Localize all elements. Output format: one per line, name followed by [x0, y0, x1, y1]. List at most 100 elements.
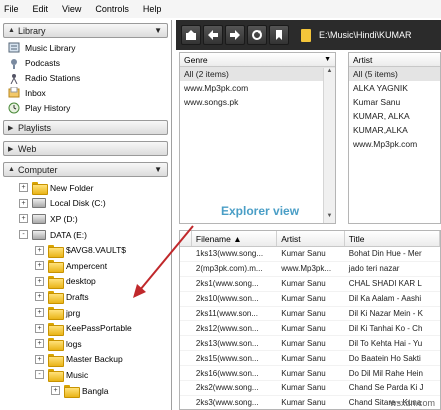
collapse-triangle-icon[interactable]: ▲	[8, 166, 18, 173]
column-header-filename[interactable]: Filename ▲	[192, 231, 278, 246]
menu-file[interactable]: File	[4, 4, 19, 14]
collapse-icon[interactable]: -	[35, 370, 44, 380]
menu-edit[interactable]: Edit	[33, 4, 49, 14]
tree-item[interactable]: + logs	[3, 336, 168, 352]
artist-row[interactable]: KUMAR,ALKA	[349, 123, 440, 137]
artist-row[interactable]: Kumar Sanu	[349, 95, 440, 109]
back-arrow-icon	[208, 30, 218, 40]
artist-row[interactable]: KUMAR, ALKA	[349, 109, 440, 123]
expand-icon[interactable]: +	[35, 323, 44, 333]
title-cell: Dil Ki Nazar Mein - K	[348, 309, 423, 318]
scroll-down-icon[interactable]: ▼	[324, 213, 335, 223]
forward-button[interactable]	[225, 25, 245, 45]
folder-icon	[48, 260, 64, 274]
tree-item[interactable]: + Local Disk (C:)	[3, 196, 168, 212]
table-row[interactable]: 2ks11(www.son... Kumar Sanu Dil Ki Nazar M…	[180, 307, 440, 322]
refresh-button[interactable]	[247, 25, 267, 45]
scroll-up-icon[interactable]: ▲	[324, 68, 335, 78]
bookmark-button[interactable]	[269, 25, 289, 45]
expand-icon[interactable]: +	[19, 183, 28, 193]
row-spacer	[180, 247, 192, 261]
expand-triangle-icon[interactable]: ▶	[8, 145, 18, 153]
expand-icon[interactable]: +	[35, 245, 44, 255]
table-row[interactable]: 2ks15(www.son... Kumar Sanu Do Baatein Ho …	[180, 351, 440, 367]
genre-header[interactable]: Genre ▼	[180, 53, 335, 67]
folder-up-button[interactable]	[181, 25, 201, 45]
artist-row[interactable]: All (5 items)	[349, 67, 440, 81]
genre-row[interactable]: www.songs.pk	[180, 95, 335, 109]
dropdown-arrow-icon[interactable]: ▼	[324, 56, 331, 63]
expand-icon[interactable]: +	[51, 386, 60, 396]
folder-icon	[64, 385, 80, 399]
tree-item[interactable]: + desktop	[3, 274, 168, 290]
table-row[interactable]: 2ks13(www.son... Kumar Sanu Dil To Kehta H…	[180, 336, 440, 352]
tree-item[interactable]: + Ampercent	[3, 258, 168, 274]
tree-item-label: XP (D:)	[50, 213, 78, 224]
filename-cell: 2ks16(www.son...	[195, 368, 259, 378]
menu-view[interactable]: View	[62, 4, 81, 14]
table-row[interactable]: 2ks1(www.song... Kumar Sanu CHAL SHADI KAR…	[180, 277, 440, 292]
expand-icon[interactable]: +	[19, 198, 28, 208]
column-header-title[interactable]: Title	[345, 231, 440, 246]
genre-row[interactable]: www.Mp3pk.com	[180, 81, 335, 95]
tree-item[interactable]: + $AVG8.VAULT$	[3, 242, 168, 258]
expand-icon[interactable]: +	[35, 354, 44, 364]
column-header-artist[interactable]: Artist	[277, 231, 345, 246]
pin-icon[interactable]: ▼	[154, 165, 162, 174]
web-section: ▶ Web	[3, 141, 168, 156]
menu-help[interactable]: Help	[143, 4, 162, 14]
tree-item[interactable]: + New Folder	[3, 180, 168, 196]
artist-cell: Kumar Sanu	[281, 294, 326, 304]
artist-row[interactable]: ALKA YAGNIK	[349, 81, 440, 95]
expand-icon[interactable]: +	[35, 308, 44, 318]
artist-header[interactable]: Artist	[349, 53, 440, 67]
tree-item[interactable]: + jprg	[3, 305, 168, 321]
library-header[interactable]: ▲ Library ▼	[3, 23, 168, 38]
expand-icon[interactable]: +	[35, 261, 44, 271]
track-list: Filename ▲ Artist Title 1ks13(www.song..…	[179, 230, 441, 410]
table-row[interactable]: 1ks13(www.song... Kumar Sanu Bohat Din Hue…	[180, 247, 440, 262]
computer-header[interactable]: ▲ Computer ▼	[3, 162, 168, 177]
library-item-music-library[interactable]: Music Library	[7, 40, 168, 55]
folder-icon	[301, 28, 311, 42]
tree-item[interactable]: + Bangla	[3, 383, 168, 399]
expand-icon[interactable]: +	[35, 276, 44, 286]
artist-header-label: Artist	[353, 54, 373, 65]
tree-item[interactable]: - DATA (E:)	[3, 227, 168, 243]
library-item-label: Radio Stations	[25, 72, 81, 83]
tree-item-label: Bangla	[82, 385, 109, 396]
bookmark-icon	[276, 30, 282, 40]
menu-controls[interactable]: Controls	[95, 4, 129, 14]
artist-cell: Kumar Sanu	[281, 398, 326, 408]
table-row[interactable]: 2(mp3pk.com).m... www.Mp3pk... jado teri n…	[180, 262, 440, 277]
genre-header-label: Genre	[184, 54, 208, 65]
library-item-podcasts[interactable]: Podcasts	[7, 55, 168, 70]
tree-item[interactable]: + Drafts	[3, 289, 168, 305]
tree-item[interactable]: - Music	[3, 367, 168, 383]
pin-icon[interactable]: ▼	[154, 26, 162, 35]
tree-item[interactable]: + KeePassPortable	[3, 320, 168, 336]
genre-scrollbar[interactable]: ▲ ▼	[323, 68, 335, 223]
back-button[interactable]	[203, 25, 223, 45]
playlists-header[interactable]: ▶ Playlists	[3, 120, 168, 135]
library-item-play-history[interactable]: Play History	[7, 100, 168, 115]
table-row[interactable]: 2ks16(www.son... Kumar Sanu Do Dil Mil Rah…	[180, 366, 440, 382]
table-row[interactable]: 2ks10(www.son... Kumar Sanu Dil Ka Aalam -…	[180, 292, 440, 307]
library-item-radio-stations[interactable]: Radio Stations	[7, 70, 168, 85]
path-bar[interactable]: E:\Music\Hindi\KUMAR	[301, 28, 412, 42]
library-item-inbox[interactable]: Inbox	[7, 85, 168, 100]
table-row[interactable]: 2ks2(www.song... Kumar Sanu Chand Se Parda…	[180, 381, 440, 396]
genre-row[interactable]: All (2 items)	[180, 67, 335, 81]
expand-triangle-icon[interactable]: ▶	[8, 124, 18, 132]
expand-icon[interactable]: +	[19, 214, 28, 224]
table-row[interactable]: 2ks12(www.son... Kumar Sanu Dil Ki Tanhai …	[180, 321, 440, 337]
expand-icon[interactable]: +	[35, 339, 44, 349]
collapse-icon[interactable]: -	[19, 230, 28, 240]
artist-cell: Kumar Sanu	[281, 383, 326, 393]
web-header[interactable]: ▶ Web	[3, 141, 168, 156]
tree-item[interactable]: + XP (D:)	[3, 211, 168, 227]
artist-row[interactable]: www.Mp3pk.com	[349, 137, 440, 151]
tree-item[interactable]: + Master Backup	[3, 352, 168, 368]
expand-icon[interactable]: +	[35, 292, 44, 302]
collapse-triangle-icon[interactable]: ▲	[8, 27, 18, 34]
